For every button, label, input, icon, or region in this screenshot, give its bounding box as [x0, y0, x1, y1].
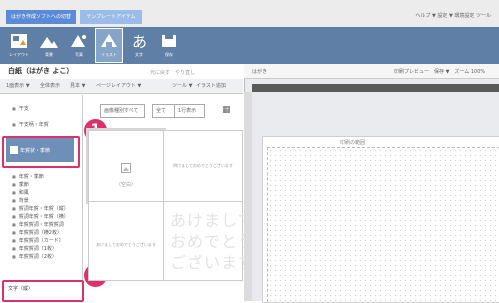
illustration-button[interactable]: イラスト: [95, 28, 123, 63]
sheet-label: はがき: [252, 69, 268, 75]
undo-redo-actions[interactable]: 元に戻す やり直し: [150, 69, 195, 76]
thumbnail-blank[interactable]: （空白）: [86, 128, 166, 204]
filter-bar: 画像種別すべて 全て 1行表示: [90, 104, 240, 118]
layout-button[interactable]: レイアウト: [6, 29, 32, 62]
canvas-controls[interactable]: 印刷プレビュー 保存 ▼ ズーム 100%: [394, 68, 485, 75]
vertical-ruler: [244, 92, 252, 301]
category-item[interactable]: 背景: [12, 197, 29, 204]
category-item[interactable]: 年賀賀詞（カード）: [12, 237, 64, 244]
layout-icon: [11, 34, 27, 48]
thumbnail-greeting-text-2[interactable]: あけましておめでとうございます: [88, 201, 164, 281]
category-item[interactable]: 年賀賀詞（横2枚）: [12, 229, 62, 236]
thumbnail-greeting-text[interactable]: 明けましておめでとうございます: [163, 130, 243, 202]
menu-view[interactable]: 1面表示 ▼: [6, 82, 30, 89]
category-item[interactable]: 年賀賀詞・年賀賀詞: [12, 221, 64, 228]
menu-fit[interactable]: 全体表示: [40, 82, 60, 89]
callout-frame-2: [2, 280, 84, 302]
category-item[interactable]: 賀詞年賀・年賀（縦）: [12, 205, 69, 212]
left-menu-bar: 1面表示 ▼ 全体表示 見本 ▼ ページレイアウト ▼ ツール ▼ イラスト追加: [0, 79, 243, 94]
tab-template-items[interactable]: テンプレートアイテム: [80, 10, 142, 24]
scope-dropdown[interactable]: 全て: [152, 104, 175, 118]
tab-postcard-switch[interactable]: はがき作成ソフトへの切替: [6, 10, 76, 24]
category-item[interactable]: 年賀・季節: [12, 173, 44, 180]
category-item[interactable]: 干支柄・年賀: [12, 121, 49, 128]
thumbnail-calligraphy[interactable]: あけまして おめでとう ございます: [163, 201, 254, 281]
save-icon: [162, 35, 176, 47]
category-item[interactable]: 賀詞年賀・年賀（横）: [12, 213, 69, 220]
background-button[interactable]: 背景: [36, 29, 62, 62]
callout-frame-1: [2, 136, 80, 168]
category-item[interactable]: 年賀賀詞（1枚）: [12, 245, 57, 252]
print-range-label: 印刷の範囲: [340, 140, 366, 146]
main-toolbar: レイアウト 背景 写真 イラスト あ 文字 保存: [0, 27, 499, 64]
menu-sample[interactable]: 見本 ▼: [70, 82, 85, 89]
display-dropdown[interactable]: 1行表示: [174, 104, 205, 118]
header-menu[interactable]: ヘルプ ▼ 設定 ▼ 環境設定 ツール: [415, 12, 491, 19]
postcard-canvas[interactable]: [262, 136, 499, 303]
grid-view-icon[interactable]: ▦: [222, 105, 231, 115]
category-item[interactable]: 季節: [12, 181, 29, 188]
menu-add-illustration[interactable]: イラスト追加: [196, 82, 226, 89]
text-icon: あ: [132, 33, 147, 51]
category-item[interactable]: 干支: [12, 105, 29, 112]
type-dropdown[interactable]: 画像種別すべて: [100, 104, 145, 118]
menu-tools[interactable]: ツール ▼: [172, 82, 192, 89]
document-title: 白紙（はがき よこ）: [8, 67, 74, 75]
blank-image-icon: [121, 163, 131, 173]
tab-strip: はがき作成ソフトへの切替 テンプレートアイテム ヘルプ ▼ 設定 ▼ 環境設定 …: [0, 0, 499, 27]
text-button[interactable]: あ 文字: [126, 29, 152, 62]
svg-text:あ: あ: [132, 33, 147, 51]
illustration-icon: [101, 34, 117, 47]
print-area: [267, 147, 499, 302]
category-item[interactable]: 年賀賀詞（2枚）: [12, 253, 57, 260]
canvas-header: はがき 印刷プレビュー 保存 ▼ ズーム 100%: [244, 64, 499, 79]
landscape-icon: [40, 37, 58, 48]
category-item[interactable]: 和風: [12, 189, 29, 196]
save-button[interactable]: 保存: [156, 29, 182, 62]
menu-page-layout[interactable]: ページレイアウト ▼: [96, 82, 141, 89]
photo-icon: [71, 35, 86, 47]
photo-button[interactable]: 写真: [66, 29, 92, 62]
horizontal-ruler: [252, 84, 499, 92]
category-list: 干支 干支柄・年賀 年賀・季節 季節 和風 背景 賀詞年賀・年賀（縦） 賀詞年賀…: [4, 95, 83, 301]
